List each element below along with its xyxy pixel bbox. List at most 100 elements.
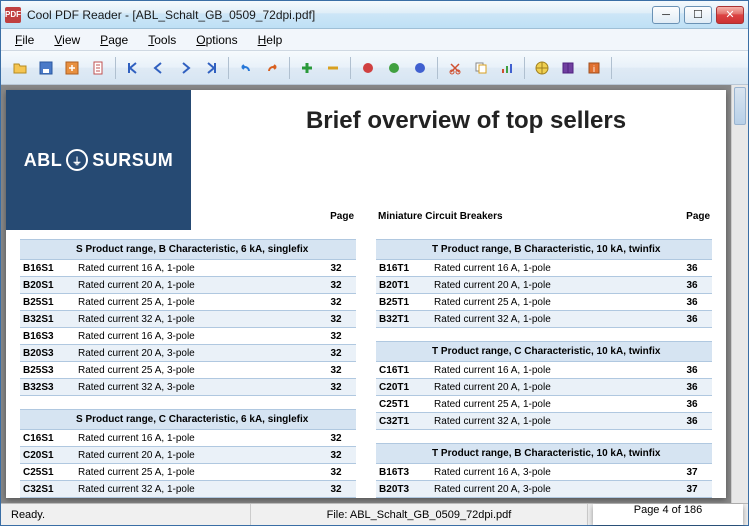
globe-icon[interactable] bbox=[531, 57, 553, 79]
copy-icon[interactable] bbox=[470, 57, 492, 79]
document-area: ABL ⏚ SURSUM Brief overview of top selle… bbox=[1, 85, 748, 503]
menu-page[interactable]: Page bbox=[92, 31, 136, 49]
cell-desc: Rated current 16 A, 3-pole bbox=[76, 331, 316, 342]
cell-page: 32 bbox=[316, 365, 356, 376]
cell-desc: Rated current 32 A, 1-pole bbox=[76, 484, 316, 495]
titlebar: PDF Cool PDF Reader - [ABL_Schalt_GB_050… bbox=[1, 1, 748, 29]
cell-code: B32T1 bbox=[376, 314, 432, 325]
stop-icon[interactable] bbox=[357, 57, 379, 79]
minimize-button[interactable]: ─ bbox=[652, 6, 680, 24]
save-icon[interactable] bbox=[35, 57, 57, 79]
last-icon[interactable] bbox=[200, 57, 222, 79]
table-row: B20T1Rated current 20 A, 1-pole36 bbox=[376, 277, 712, 294]
cell-page: 36 bbox=[672, 399, 712, 410]
menu-options[interactable]: Options bbox=[188, 31, 245, 49]
menu-tools[interactable]: Tools bbox=[140, 31, 184, 49]
toolbar: i bbox=[1, 51, 748, 85]
book-icon[interactable] bbox=[557, 57, 579, 79]
cell-desc: Rated current 20 A, 1-pole bbox=[76, 280, 316, 291]
cell-desc: Rated current 32 A, 1-pole bbox=[432, 416, 672, 427]
cell-code: B25S3 bbox=[20, 365, 76, 376]
cell-page: 32 bbox=[316, 263, 356, 274]
separator bbox=[611, 57, 612, 79]
menu-file[interactable]: File bbox=[7, 31, 42, 49]
table-row: B20S3Rated current 20 A, 3-pole32 bbox=[20, 345, 356, 362]
cell-desc: Rated current 25 A, 1-pole bbox=[432, 399, 672, 410]
window-controls: ─ ☐ ✕ bbox=[652, 6, 744, 24]
cell-page: 36 bbox=[672, 416, 712, 427]
app-icon: PDF bbox=[5, 7, 21, 23]
cut-icon[interactable] bbox=[444, 57, 466, 79]
logo-block: ABL ⏚ SURSUM bbox=[6, 90, 191, 230]
cell-desc: Rated current 16 A, 1-pole bbox=[76, 433, 316, 444]
zoomin-icon[interactable] bbox=[296, 57, 318, 79]
open-icon[interactable] bbox=[9, 57, 31, 79]
cell-code: B32S3 bbox=[20, 382, 76, 393]
cell-page: 36 bbox=[672, 297, 712, 308]
play-icon[interactable] bbox=[383, 57, 405, 79]
separator bbox=[524, 57, 525, 79]
redo-icon[interactable] bbox=[261, 57, 283, 79]
logo: ABL ⏚ SURSUM bbox=[24, 149, 174, 171]
cell-page: 36 bbox=[672, 314, 712, 325]
menu-help[interactable]: Help bbox=[250, 31, 291, 49]
cell-code: B20S3 bbox=[20, 348, 76, 359]
statusbar: Ready. File: ABL_Schalt_GB_0509_72dpi.pd… bbox=[1, 503, 748, 525]
table-row: B25S3Rated current 25 A, 3-pole32 bbox=[20, 362, 356, 379]
cell-page: 32 bbox=[316, 433, 356, 444]
table-row: B16T1Rated current 16 A, 1-pole36 bbox=[376, 260, 712, 277]
vertical-scrollbar[interactable] bbox=[731, 85, 748, 503]
first-icon[interactable] bbox=[122, 57, 144, 79]
table-header: Miniature Circuit BreakersPage bbox=[376, 207, 712, 226]
cell-desc: Rated current 25 A, 1-pole bbox=[76, 297, 316, 308]
chart-icon[interactable] bbox=[496, 57, 518, 79]
cell-desc: Rated current 32 A, 3-pole bbox=[76, 382, 316, 393]
status-page: Page 4 of 186 bbox=[593, 504, 743, 525]
table-row: C20T1Rated current 20 A, 1-pole36 bbox=[376, 379, 712, 396]
cell-code: C25S1 bbox=[20, 467, 76, 478]
logo-left: ABL bbox=[24, 150, 63, 171]
about-icon[interactable]: i bbox=[583, 57, 605, 79]
cell-code: B16S3 bbox=[20, 331, 76, 342]
table-row: B20S1Rated current 20 A, 1-pole32 bbox=[20, 277, 356, 294]
page-icon[interactable] bbox=[87, 57, 109, 79]
separator bbox=[289, 57, 290, 79]
cell-desc: Rated current 20 A, 3-pole bbox=[76, 348, 316, 359]
zoomout-icon[interactable] bbox=[322, 57, 344, 79]
section-row: T Product range, C Characteristic, 10 kA… bbox=[376, 342, 712, 362]
right-table: Miniature Circuit BreakersPage T Product … bbox=[376, 207, 712, 498]
maximize-button[interactable]: ☐ bbox=[684, 6, 712, 24]
status-ready: Ready. bbox=[1, 504, 251, 525]
table-row: B16S1Rated current 16 A, 1-pole32 bbox=[20, 260, 356, 277]
cell-desc: Rated current 20 A, 1-pole bbox=[432, 382, 672, 393]
cell-desc: Rated current 16 A, 1-pole bbox=[432, 365, 672, 376]
cell-page: 32 bbox=[316, 348, 356, 359]
cell-code: B20T3 bbox=[376, 484, 432, 495]
left-table: Miniature Circuit BreakersPageS Product … bbox=[20, 207, 356, 498]
rec-icon[interactable] bbox=[409, 57, 431, 79]
menu-view[interactable]: View bbox=[46, 31, 88, 49]
cell-desc: Rated current 25 A, 1-pole bbox=[76, 467, 316, 478]
table-row: B20T3Rated current 20 A, 3-pole37 bbox=[376, 481, 712, 498]
prev-icon[interactable] bbox=[148, 57, 170, 79]
cell-code: B16S1 bbox=[20, 263, 76, 274]
cell-page: 32 bbox=[316, 484, 356, 495]
table-row: C20S1Rated current 20 A, 1-pole32 bbox=[20, 447, 356, 464]
next-icon[interactable] bbox=[174, 57, 196, 79]
undo-icon[interactable] bbox=[235, 57, 257, 79]
cell-page: 36 bbox=[672, 280, 712, 291]
svg-text:i: i bbox=[593, 64, 595, 74]
cell-code: C32S1 bbox=[20, 484, 76, 495]
cell-code: B20T1 bbox=[376, 280, 432, 291]
cell-desc: Rated current 25 A, 1-pole bbox=[432, 297, 672, 308]
table-row: B25T1Rated current 25 A, 1-pole36 bbox=[376, 294, 712, 311]
table-row: C32S1Rated current 32 A, 1-pole32 bbox=[20, 481, 356, 498]
table-row: C25T1Rated current 25 A, 1-pole36 bbox=[376, 396, 712, 413]
scrollbar-thumb[interactable] bbox=[734, 87, 746, 125]
close-button[interactable]: ✕ bbox=[716, 6, 744, 24]
section-row: T Product range, B Characteristic, 10 kA… bbox=[376, 240, 712, 260]
cell-desc: Rated current 16 A, 1-pole bbox=[432, 263, 672, 274]
menubar: File View Page Tools Options Help bbox=[1, 29, 748, 51]
export-icon[interactable] bbox=[61, 57, 83, 79]
cell-code: B32S1 bbox=[20, 314, 76, 325]
